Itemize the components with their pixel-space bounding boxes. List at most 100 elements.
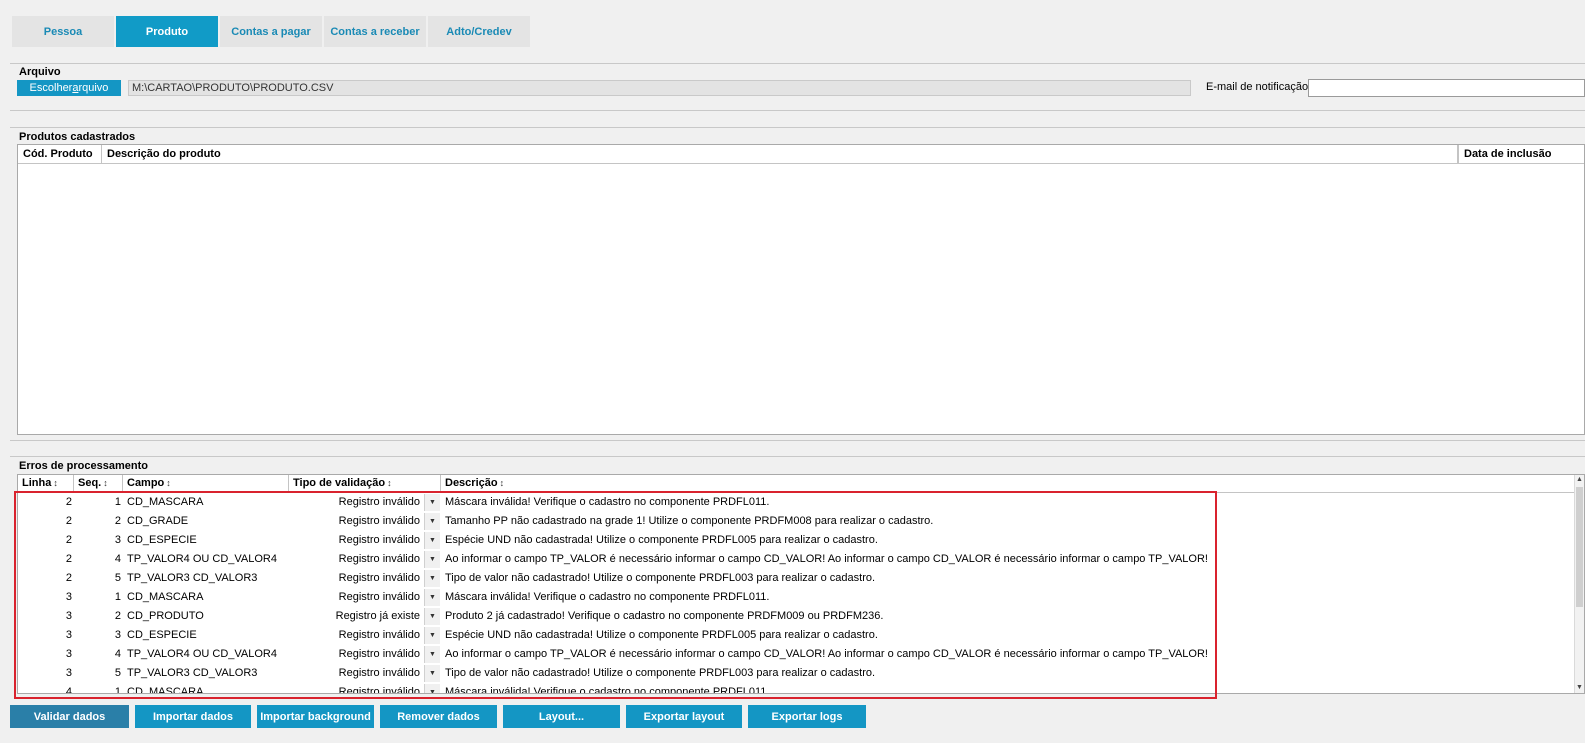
sort-icon: ↕ xyxy=(387,478,392,488)
column-header-descricao-label: Descrição xyxy=(445,477,498,489)
cell-seq: 5 xyxy=(114,667,121,679)
cell-descricao: Espécie UND não cadastrada! Utilize o co… xyxy=(445,534,878,546)
column-header-seq-label: Seq. xyxy=(78,477,102,489)
chevron-down-icon[interactable]: ▼ xyxy=(424,608,440,625)
tab-adto-credev[interactable]: Adto/Credev xyxy=(428,16,530,47)
column-header-cod-produto[interactable]: Cód. Produto xyxy=(18,145,102,164)
scroll-up-icon[interactable]: ▲ xyxy=(1575,475,1584,485)
cell-campo: CD_MASCARA xyxy=(127,686,204,694)
cell-linha: 3 xyxy=(65,591,72,603)
remover-dados-button[interactable]: Remover dados xyxy=(380,705,497,728)
tab-contas-a-receber[interactable]: Contas a receber xyxy=(324,16,426,47)
erros-grid[interactable]: Linha ↕ Seq. ↕ Campo ↕ Tipo de validação ↕ D… xyxy=(17,474,1585,694)
table-row[interactable]: 2 4 TP_VALOR4 OU CD_VALOR4 Registro inválid… xyxy=(18,550,1558,569)
column-header-tipo-validacao[interactable]: Tipo de validação ↕ xyxy=(289,475,441,493)
column-header-tipo-label: Tipo de validação xyxy=(293,477,386,489)
chevron-down-icon[interactable]: ▼ xyxy=(424,551,440,568)
cell-tipo-validacao: Registro inválido xyxy=(338,667,420,679)
cell-campo: CD_ESPECIE xyxy=(127,534,197,546)
table-row[interactable]: 2 1 CD_MASCARA Registro inválido ▼ Máscara in… xyxy=(18,493,1558,512)
chevron-down-icon[interactable]: ▼ xyxy=(424,570,440,587)
erros-section-title: Erros de processamento xyxy=(19,460,148,472)
cell-campo: TP_VALOR4 OU CD_VALOR4 xyxy=(127,648,277,660)
table-row[interactable]: 4 1 CD_MASCARA Registro inválido ▼ Máscara in… xyxy=(18,683,1558,694)
cell-tipo-validacao: Registro inválido xyxy=(338,591,420,603)
cell-linha: 4 xyxy=(65,686,72,694)
tab-produto[interactable]: Produto xyxy=(116,16,218,47)
divider xyxy=(10,63,1585,64)
exportar-logs-button[interactable]: Exportar logs xyxy=(748,705,866,728)
cell-linha: 2 xyxy=(65,553,72,565)
cell-descricao: Ao informar o campo TP_VALOR é necessári… xyxy=(445,648,1208,660)
layout-button[interactable]: Layout... xyxy=(503,705,620,728)
cell-linha: 3 xyxy=(65,610,72,622)
cell-descricao: Ao informar o campo TP_VALOR é necessári… xyxy=(445,553,1208,565)
divider xyxy=(10,110,1585,111)
scroll-thumb[interactable] xyxy=(1576,487,1583,607)
column-header-campo[interactable]: Campo ↕ xyxy=(123,475,289,493)
app-window: Pessoa Produto Contas a pagar Contas a r… xyxy=(0,0,1585,743)
column-header-descricao-produto[interactable]: Descrição do produto xyxy=(102,145,1458,164)
column-header-seq[interactable]: Seq. ↕ xyxy=(74,475,123,493)
cell-seq: 2 xyxy=(114,515,121,527)
scroll-down-icon[interactable]: ▼ xyxy=(1575,683,1584,693)
importar-background-button[interactable]: Importar background xyxy=(257,705,374,728)
cell-campo: CD_PRODUTO xyxy=(127,610,204,622)
cell-seq: 3 xyxy=(114,629,121,641)
tab-pessoa[interactable]: Pessoa xyxy=(12,16,114,47)
email-label: E-mail de notificação xyxy=(1206,81,1309,93)
chevron-down-icon[interactable]: ▼ xyxy=(424,646,440,663)
chevron-down-icon[interactable]: ▼ xyxy=(424,589,440,606)
cell-linha: 2 xyxy=(65,496,72,508)
divider xyxy=(10,440,1585,441)
exportar-layout-button[interactable]: Exportar layout xyxy=(626,705,742,728)
sort-icon: ↕ xyxy=(499,478,505,488)
cell-seq: 1 xyxy=(114,591,121,603)
table-row[interactable]: 2 2 CD_GRADE Registro inválido ▼ Tamanho PP n… xyxy=(18,512,1558,531)
chevron-down-icon[interactable]: ▼ xyxy=(424,532,440,549)
choose-file-button[interactable]: Escolher a rquivo xyxy=(17,80,121,96)
action-bar: Validar dados Importar dados Importar ba… xyxy=(10,705,872,728)
cell-linha: 3 xyxy=(65,629,72,641)
chevron-down-icon[interactable]: ▼ xyxy=(424,627,440,644)
table-row[interactable]: 3 1 CD_MASCARA Registro inválido ▼ Máscara in… xyxy=(18,588,1558,607)
cell-descricao: Tamanho PP não cadastrado na grade 1! Ut… xyxy=(445,515,934,527)
chevron-down-icon[interactable]: ▼ xyxy=(424,494,440,511)
table-row[interactable]: 3 3 CD_ESPECIE Registro inválido ▼ Espécie UN… xyxy=(18,626,1558,645)
cell-campo: CD_MASCARA xyxy=(127,496,204,508)
column-header-descricao[interactable]: Descrição ↕ xyxy=(441,475,1558,493)
cell-campo: CD_MASCARA xyxy=(127,591,204,603)
table-row[interactable]: 2 3 CD_ESPECIE Registro inválido ▼ Espécie UN… xyxy=(18,531,1558,550)
cell-campo: TP_VALOR3 CD_VALOR3 xyxy=(127,667,258,679)
table-row[interactable]: 3 5 TP_VALOR3 CD_VALOR3 Registro inválido ▼ T… xyxy=(18,664,1558,683)
cell-descricao: Espécie UND não cadastrada! Utilize o co… xyxy=(445,629,878,641)
table-row[interactable]: 2 5 TP_VALOR3 CD_VALOR3 Registro inválido ▼ T… xyxy=(18,569,1558,588)
cell-campo: CD_ESPECIE xyxy=(127,629,197,641)
importar-dados-button[interactable]: Importar dados xyxy=(135,705,251,728)
cell-campo: CD_GRADE xyxy=(127,515,189,527)
column-header-linha[interactable]: Linha ↕ xyxy=(18,475,74,493)
chevron-down-icon[interactable]: ▼ xyxy=(424,513,440,530)
chevron-down-icon[interactable]: ▼ xyxy=(424,665,440,682)
cell-tipo-validacao: Registro inválido xyxy=(338,686,420,694)
table-row[interactable]: 3 4 TP_VALOR4 OU CD_VALOR4 Registro inválid… xyxy=(18,645,1558,664)
sort-icon: ↕ xyxy=(53,478,58,488)
cell-seq: 2 xyxy=(114,610,121,622)
tab-contas-a-pagar[interactable]: Contas a pagar xyxy=(220,16,322,47)
file-path-field[interactable]: M:\CARTAO\PRODUTO\PRODUTO.CSV xyxy=(128,80,1191,96)
column-header-data-inclusao[interactable]: Data de inclusão xyxy=(1458,145,1585,164)
table-row[interactable]: 3 2 CD_PRODUTO Registro já existe ▼ Produto 2… xyxy=(18,607,1558,626)
validar-dados-button[interactable]: Validar dados xyxy=(10,705,129,728)
cell-tipo-validacao: Registro inválido xyxy=(338,553,420,565)
produtos-grid-header: Cód. Produto Descrição do produto Data d… xyxy=(18,145,1584,164)
arquivo-section-title: Arquivo xyxy=(19,66,61,78)
produtos-section-title: Produtos cadastrados xyxy=(19,131,136,143)
email-field[interactable] xyxy=(1308,79,1585,97)
produtos-grid[interactable]: Cód. Produto Descrição do produto Data d… xyxy=(17,144,1585,435)
cell-seq: 1 xyxy=(114,686,121,694)
vertical-scrollbar[interactable]: ▲ ▼ xyxy=(1574,475,1584,693)
cell-linha: 2 xyxy=(65,515,72,527)
chevron-down-icon[interactable]: ▼ xyxy=(424,684,440,693)
cell-campo: TP_VALOR4 OU CD_VALOR4 xyxy=(127,553,277,565)
cell-seq: 4 xyxy=(114,553,121,565)
